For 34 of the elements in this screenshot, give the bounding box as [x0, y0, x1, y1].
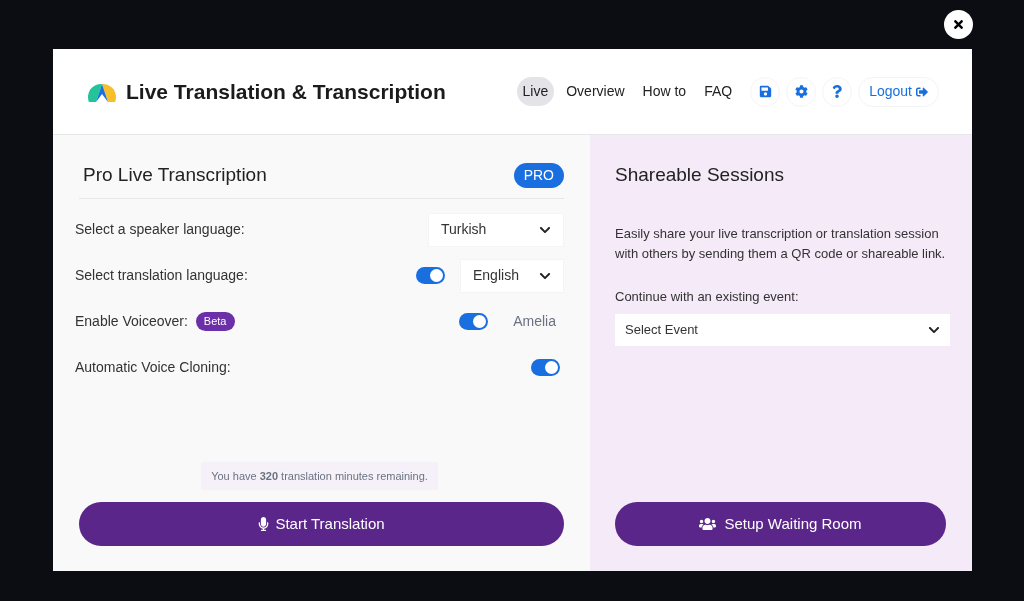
save-icon: [758, 85, 772, 98]
nav-tab[interactable]: Live: [516, 77, 555, 106]
event-label: Continue with an existing event:: [615, 287, 800, 306]
pro-badge: PRO: [513, 162, 564, 188]
close-icon: [952, 18, 965, 31]
toggle-switch[interactable]: [416, 267, 445, 284]
nav-tab[interactable]: FAQ: [698, 77, 739, 106]
nav-tab[interactable]: How to: [636, 77, 693, 106]
setup-waiting-room-button[interactable]: Setup Waiting Room: [615, 502, 946, 546]
settings-icon: [794, 85, 808, 98]
setting-label: Select translation language:: [75, 266, 248, 285]
microphone-icon: [258, 517, 270, 531]
app-title: Live Translation & Transcription: [126, 78, 446, 105]
users-icon: [699, 517, 717, 531]
chevron-down-icon: [928, 324, 940, 336]
language-select[interactable]: English: [460, 258, 564, 293]
help-icon: [831, 85, 844, 98]
panel-title: Shareable Sessions: [615, 163, 785, 187]
nav-tab[interactable]: Overview: [560, 77, 631, 106]
sessions-description: Easily share your live transcription or translation session with others by sending them a QR code or shareable link.: [615, 224, 947, 263]
logout-icon: [916, 85, 928, 98]
setting-label: Enable Voiceover:: [75, 312, 188, 331]
close-button[interactable]: [944, 10, 973, 39]
panel-title: Pro Live Transcription: [83, 163, 267, 187]
language-select[interactable]: Turkish: [428, 212, 564, 247]
start-translation-button[interactable]: Start Translation: [79, 502, 564, 546]
setting-label: Select a speaker language:: [75, 220, 245, 239]
beta-badge: Beta: [195, 312, 235, 331]
voice-name: Amelia: [513, 312, 557, 331]
toggle-switch[interactable]: [531, 359, 560, 376]
event-select[interactable]: Select Event: [615, 314, 950, 346]
minutes-remaining-note: You have 320 translation minutes remaining.: [201, 461, 438, 490]
setting-label: Automatic Voice Cloning:: [75, 358, 231, 377]
toggle-switch[interactable]: [459, 313, 489, 330]
